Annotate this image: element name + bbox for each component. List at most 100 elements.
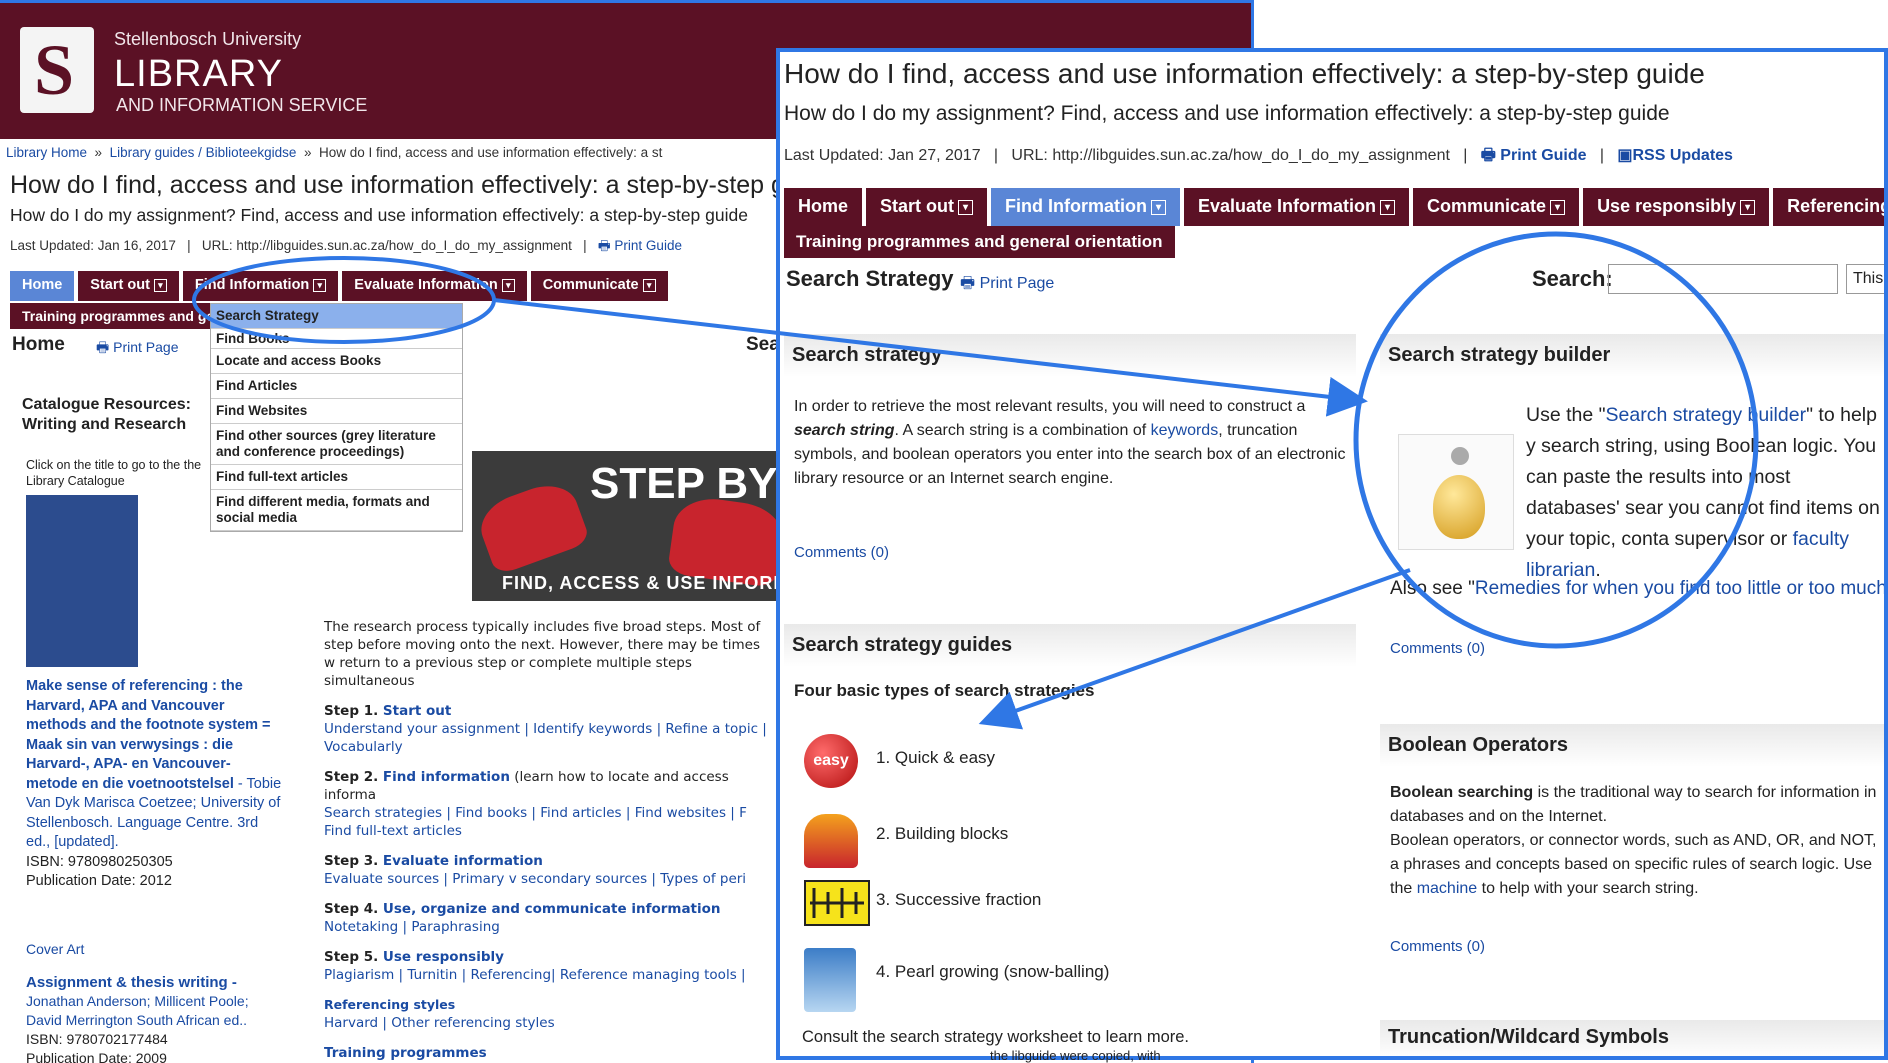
book-cover[interactable] [26, 495, 138, 667]
tab-find-information[interactable]: Find Information ▾ [182, 271, 339, 301]
search-strategy-guides-box: Search strategy guides Four basic types … [784, 624, 1356, 1056]
menu-item-find-websites[interactable]: Find Websites [211, 399, 462, 424]
menu-item-media[interactable]: Find different media, formats and social… [211, 490, 462, 531]
step-link[interactable]: Use responsibly [383, 949, 504, 965]
step-2-links-more[interactable]: Find full-text articles [324, 822, 774, 840]
banner-service: AND INFORMATION SERVICE [116, 95, 368, 115]
box-subheading: Four basic types of search strategies [794, 681, 1095, 700]
search-scope-select[interactable]: This [1846, 264, 1884, 294]
rss-updates-link[interactable]: ▣RSS Updates [1617, 147, 1733, 164]
strategy-item[interactable]: 3. Successive fraction [876, 890, 1041, 910]
print-page-link[interactable]: 🖶 Print Page [960, 272, 1054, 299]
tab-training[interactable]: Training programmes and general orientat… [784, 226, 1175, 258]
keywords-link[interactable]: keywords [1151, 422, 1219, 439]
tab-evaluate-information[interactable]: Evaluate Information ▾ [342, 271, 527, 301]
catalogue-heading: Catalogue Resources: Writing and Researc… [22, 396, 191, 433]
step-4-links[interactable]: Notetaking | Paraphrasing [324, 918, 774, 936]
front-window: How do I find, access and use informatio… [776, 48, 1888, 1060]
boolean-operators-box: Boolean Operators Boolean searching is t… [1380, 724, 1884, 1014]
tab-communicate[interactable]: Communicate ▾ [1413, 188, 1580, 226]
book-title-link[interactable]: Assignment & thesis writing - [26, 974, 237, 991]
remedies-link[interactable]: Remedies for when you find too little or… [1475, 578, 1884, 599]
print-page-link[interactable]: 🖶 Print Page [96, 337, 178, 361]
comments-link[interactable]: Comments (0) [1390, 640, 1485, 657]
search-strategy-box: Search strategy In order to retrieve the… [784, 334, 1356, 584]
menu-item-other-sources[interactable]: Find other sources (grey literature and … [211, 424, 462, 465]
book-date: Publication Date: 2012 [26, 873, 172, 889]
easy-badge-label: easy [813, 752, 849, 769]
snowball-icon [804, 948, 856, 1012]
tab-evaluate-information[interactable]: Evaluate Information ▾ [1184, 188, 1410, 226]
search-input[interactable] [1608, 264, 1838, 294]
comments-link[interactable]: Comments (0) [1390, 938, 1485, 955]
menu-item-locate-books[interactable]: Locate and access Books [211, 349, 462, 374]
search-strategy-builder-link[interactable]: Search strategy builder [1606, 404, 1807, 426]
page-subtitle: How do I do my assignment? Find, access … [10, 205, 748, 225]
text: to help with your search string. [1477, 880, 1699, 897]
printer-icon: 🖶 [96, 339, 110, 355]
referencing-styles-link[interactable]: Referencing styles [324, 996, 774, 1014]
tab-label: Communicate [1427, 196, 1547, 216]
tab-label: Find Information [194, 277, 310, 293]
dropdown-arrow-icon: ▾ [153, 278, 167, 292]
cover-art-link[interactable]: Cover Art [26, 941, 84, 957]
print-guide-link[interactable]: 🖶 Print Guide [1481, 147, 1587, 164]
strategy-item[interactable]: 1. Quick & easy [876, 748, 995, 768]
step-link[interactable]: Find information [383, 769, 510, 785]
text: Use the " [1526, 404, 1606, 426]
step-link[interactable]: Evaluate information [383, 853, 543, 869]
tab-training[interactable]: Training programmes and general orientat… [10, 303, 210, 329]
dropdown-arrow-icon: ▾ [642, 278, 656, 292]
page-title: How do I find, access and use informatio… [10, 171, 833, 199]
steps-list: The research process typically includes … [324, 618, 774, 1062]
referencing-styles-items[interactable]: Harvard | Other referencing styles [324, 1014, 774, 1032]
tab-referencing[interactable]: Referencing▾ [1773, 188, 1884, 226]
tab-use-responsibly[interactable]: Use responsibly ▾ [1583, 188, 1770, 226]
tab-start-out[interactable]: Start out ▾ [866, 188, 988, 226]
bottom-overflow-text: the libguide were copied, with [990, 1048, 1161, 1063]
dropdown-arrow-icon: ▾ [1380, 199, 1396, 215]
training-programmes-link[interactable]: Training programmes [324, 1044, 774, 1062]
banner-library: LIBRARY [114, 53, 283, 95]
tab-home[interactable]: Home [10, 271, 75, 301]
step-link[interactable]: Use, organize and communicate informatio… [383, 901, 721, 917]
tab-communicate[interactable]: Communicate ▾ [530, 271, 668, 301]
breadcrumb-guides[interactable]: Library guides / Biblioteekgidse [110, 145, 297, 160]
step-5-links[interactable]: Plagiarism | Turnitin | Referencing| Ref… [324, 966, 774, 984]
guide-tabs: Home Start out ▾ Find Information ▾ Evalua… [784, 188, 1884, 226]
step-link[interactable]: Start out [383, 703, 451, 719]
printer-icon: 🖶 [597, 238, 611, 253]
tab-label: Evaluate Information [354, 277, 498, 293]
box-heading: Search strategy [784, 334, 1356, 377]
machine-link[interactable]: machine [1417, 880, 1477, 897]
also-see: Also see "Remedies for when you find too… [1390, 578, 1884, 600]
step-2-links[interactable]: Search strategies | Find books | Find ar… [324, 804, 774, 822]
menu-item-find-articles[interactable]: Find Articles [211, 374, 462, 399]
menu-item-full-text[interactable]: Find full-text articles [211, 465, 462, 490]
tab-find-information[interactable]: Find Information ▾ [991, 188, 1180, 226]
breadcrumb-home[interactable]: Library Home [6, 145, 87, 160]
menu-item-search-strategy[interactable]: Search Strategy [211, 304, 462, 329]
step-1: Step 1. Start out [324, 702, 774, 720]
tab-home[interactable]: Home [784, 188, 863, 226]
step-1-links[interactable]: Understand your assignment | Identify ke… [324, 720, 774, 756]
book-entry: Assignment & thesis writing - Jonathan A… [26, 973, 282, 1063]
print-guide-link[interactable]: 🖶 Print Guide [598, 238, 682, 253]
book-title-link[interactable]: Make sense of referencing : the Harvard,… [26, 678, 271, 792]
print-guide-label: Print Guide [1500, 147, 1587, 164]
dropdown-arrow-icon: ▾ [1151, 199, 1166, 215]
text: . A search string is a combination of [894, 422, 1151, 439]
print-guide-label: Print Guide [614, 238, 682, 253]
tab-start-out[interactable]: Start out ▾ [78, 271, 179, 301]
step-by-step-banner: STEP BY STEP FIND, ACCESS & USE INFORMAT… [472, 451, 778, 601]
strategy-item[interactable]: 4. Pearl growing (snow-balling) [876, 962, 1109, 982]
menu-item-find-books[interactable]: Find Books [211, 329, 462, 349]
comments-link[interactable]: Comments (0) [794, 544, 889, 561]
guide-meta: Last Updated: Jan 16, 2017 | URL: http:/… [10, 238, 682, 253]
step-label: Step 4. [324, 901, 383, 917]
step-3-links[interactable]: Evaluate sources | Primary v secondary s… [324, 870, 774, 888]
book-entry: Make sense of referencing : the Harvard,… [26, 677, 282, 892]
tab-label: Start out [880, 196, 955, 216]
page-title: How do I find, access and use informatio… [784, 58, 1705, 89]
strategy-item[interactable]: 2. Building blocks [876, 824, 1008, 844]
